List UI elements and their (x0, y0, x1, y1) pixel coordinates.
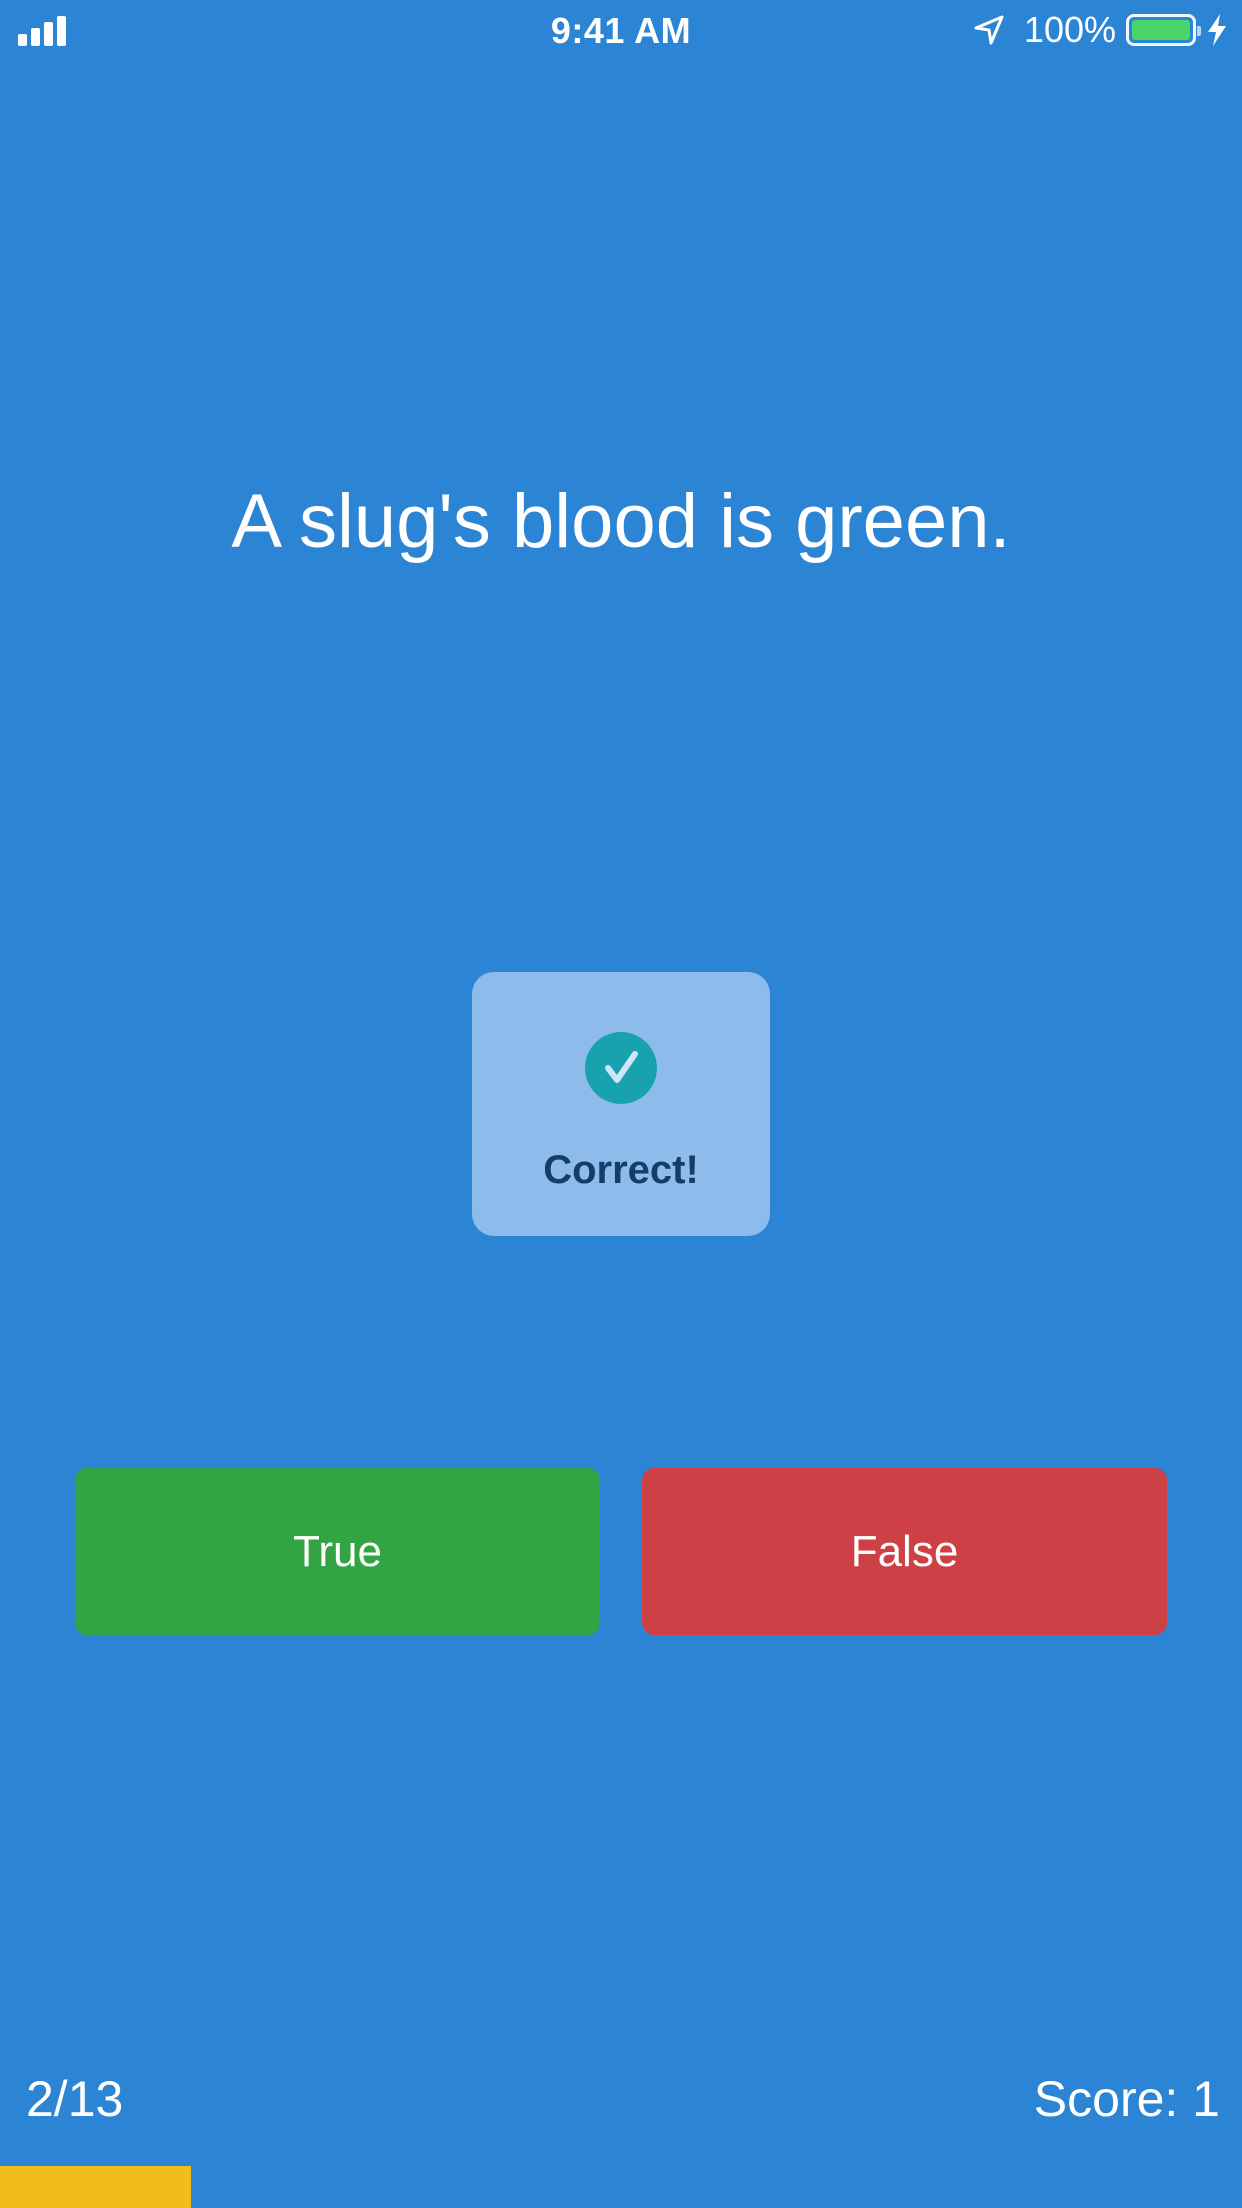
charging-bolt-icon (1208, 14, 1226, 46)
question-text: A slug's blood is green. (231, 479, 1011, 564)
feedback-label: Correct! (543, 1148, 699, 1192)
battery-percent: 100% (1023, 9, 1116, 50)
battery-fill (1132, 20, 1190, 40)
battery-icon (1126, 14, 1201, 46)
status-right-group: 100% (972, 8, 1228, 52)
location-arrow-icon (974, 15, 1004, 45)
progress-bar (0, 2166, 1242, 2208)
status-bar: 9:41 AM 100% (0, 0, 1242, 62)
true-button[interactable]: True (75, 1468, 600, 1635)
score-label: Score: 1 (1033, 2071, 1220, 2127)
progress-bar-fill (0, 2166, 191, 2208)
checkmark-circle-icon (585, 1032, 657, 1104)
question-progress-label: 2/13 (26, 2071, 124, 2127)
feedback-hud: Correct! (472, 972, 770, 1236)
false-button[interactable]: False (642, 1468, 1167, 1635)
